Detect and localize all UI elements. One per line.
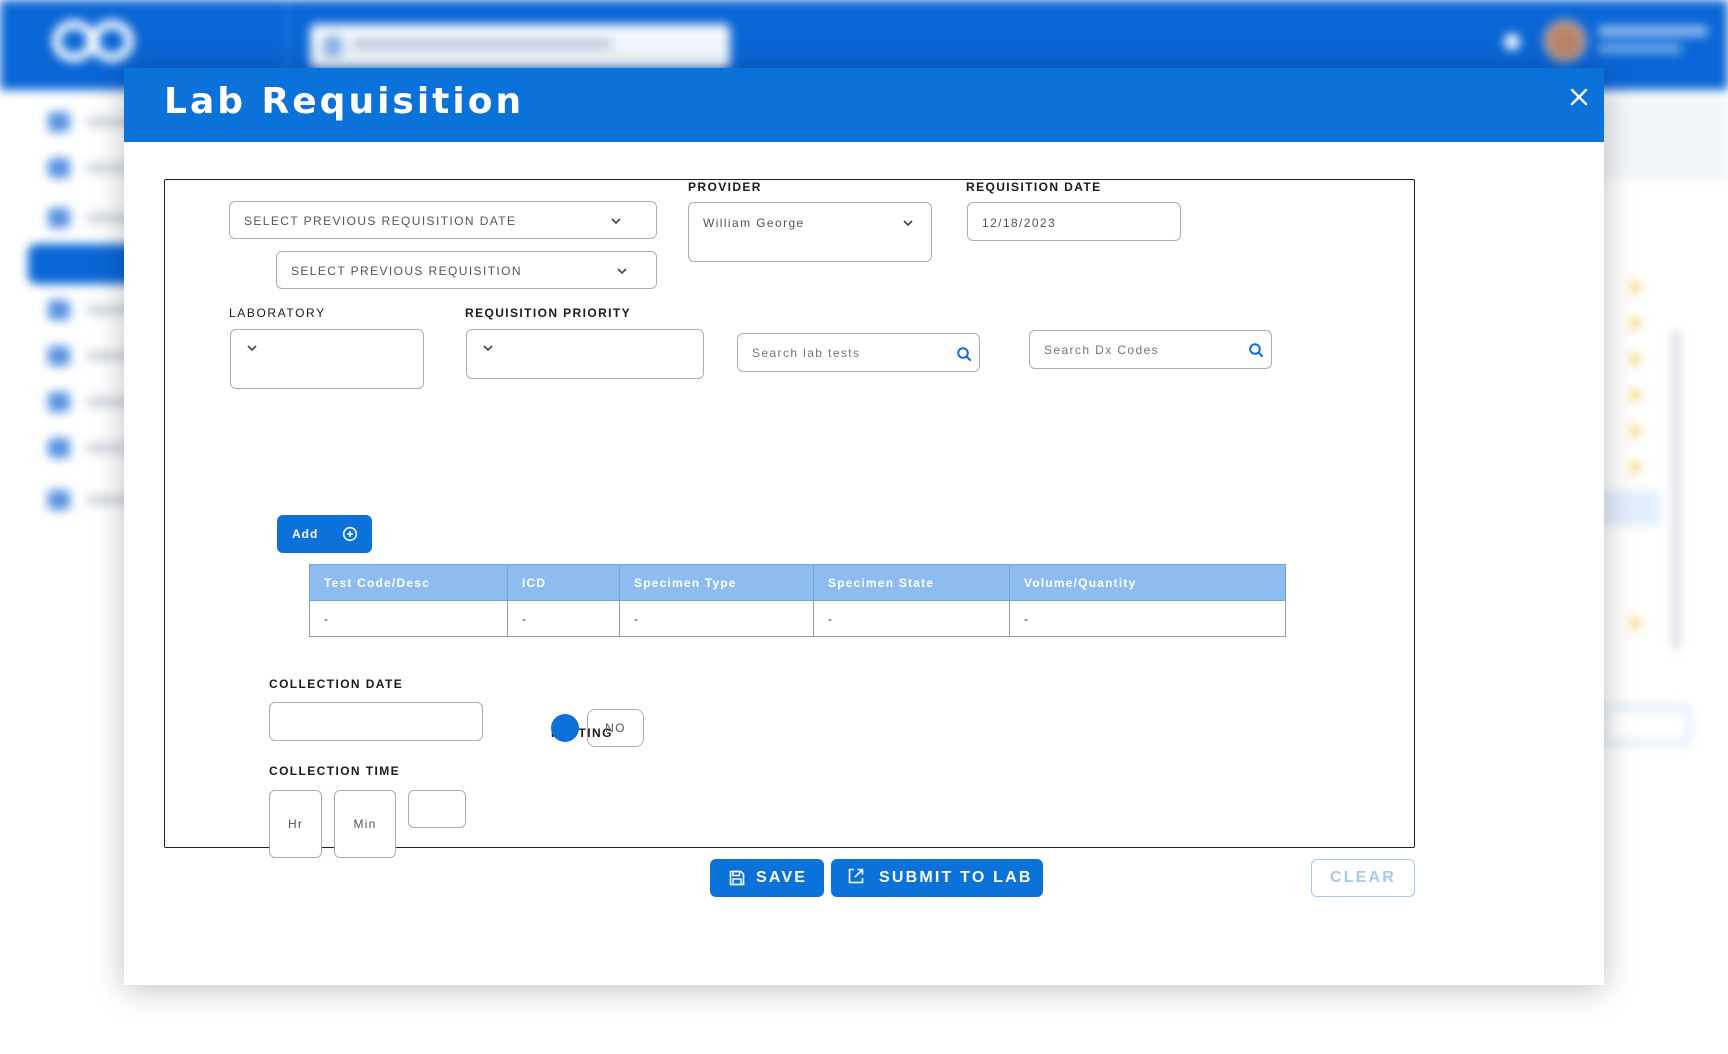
collection-date-label: COLLECTION DATE <box>269 677 404 691</box>
provider-label: PROVIDER <box>688 180 762 194</box>
modal-header: Lab Requisition <box>124 68 1604 142</box>
search-icon[interactable] <box>1248 342 1264 358</box>
requisition-priority-select[interactable] <box>466 329 704 379</box>
add-circle-icon <box>342 526 358 542</box>
fasting-yes-toggle[interactable] <box>551 714 579 742</box>
search-lab-tests-field[interactable] <box>737 333 980 372</box>
laboratory-select[interactable] <box>230 329 424 389</box>
collection-date-input[interactable] <box>269 702 483 741</box>
previous-requisition-select[interactable]: SELECT PREVIOUS REQUISITION <box>276 251 657 289</box>
previous-requisition-date-select[interactable]: SELECT PREVIOUS REQUISITION DATE <box>229 201 657 239</box>
collection-ampm-input[interactable] <box>408 790 466 828</box>
column-header: Specimen State <box>813 564 1010 601</box>
save-button[interactable]: SAVE <box>710 859 824 897</box>
search-icon <box>324 36 342 56</box>
add-button-label: Add <box>292 527 319 541</box>
table-cell: - <box>309 600 508 637</box>
previous-requisition-label: SELECT PREVIOUS REQUISITION <box>291 264 522 278</box>
submit-to-lab-button[interactable]: SUBMIT TO LAB <box>831 859 1043 897</box>
chevron-down-icon <box>615 264 629 278</box>
requisition-date-input[interactable]: 12/18/2023 <box>967 202 1181 241</box>
background-scrollbar <box>1672 330 1680 650</box>
background-button <box>1600 706 1690 744</box>
user-role-blur <box>1598 44 1682 53</box>
sidebar-icon <box>48 208 70 228</box>
column-header: Test Code/Desc <box>309 564 508 601</box>
chevron-down-icon <box>609 214 623 228</box>
sidebar-icon <box>48 438 70 458</box>
sidebar-icon <box>48 392 70 412</box>
table-header-row: Test Code/Desc ICD Specimen Type Specime… <box>309 564 1286 601</box>
collection-minute-input[interactable]: Min <box>334 790 396 858</box>
column-header: ICD <box>507 564 620 601</box>
background-panel <box>1600 100 1728 180</box>
previous-requisition-date-label: SELECT PREVIOUS REQUISITION DATE <box>244 214 517 228</box>
app-search-bar <box>310 24 730 68</box>
sidebar-icon <box>48 300 70 320</box>
chevron-down-icon <box>245 341 259 355</box>
table-row: - - - - - <box>309 600 1286 637</box>
collection-time-label: COLLECTION TIME <box>269 764 400 778</box>
avatar <box>1544 20 1586 62</box>
search-dx-codes-field[interactable] <box>1029 330 1272 369</box>
requisition-priority-label: REQUISITION PRIORITY <box>465 306 632 320</box>
save-label: SAVE <box>756 869 808 886</box>
column-header: Volume/Quantity <box>1009 564 1286 601</box>
external-link-icon <box>847 867 865 885</box>
app-logo <box>52 16 138 66</box>
sidebar-icon <box>48 112 70 132</box>
laboratory-label: LABORATORY <box>229 306 326 320</box>
lab-tests-table: Test Code/Desc ICD Specimen Type Specime… <box>309 564 1286 637</box>
table-cell: - <box>619 600 814 637</box>
collection-hour-input[interactable]: Hr <box>269 790 322 858</box>
background-selected-row <box>1600 490 1660 526</box>
clear-button[interactable]: CLEAR <box>1311 859 1415 897</box>
user-name-blur <box>1598 26 1708 36</box>
modal-title: Lab Requisition <box>164 81 525 122</box>
add-test-button[interactable]: Add <box>277 515 372 553</box>
sidebar-icon <box>48 490 70 510</box>
requisition-date-label: REQUISITION DATE <box>966 180 1102 194</box>
search-lab-tests-input[interactable] <box>752 346 952 360</box>
table-cell: - <box>813 600 1010 637</box>
fasting-no-option[interactable]: NO <box>587 709 644 747</box>
provider-select[interactable]: William George <box>688 202 932 262</box>
close-icon[interactable] <box>1564 82 1594 112</box>
requisition-form: SELECT PREVIOUS REQUISITION DATE SELECT … <box>164 179 1415 858</box>
table-cell: - <box>1009 600 1286 637</box>
lab-requisition-modal: Lab Requisition SELECT PREVIOUS REQUISIT… <box>124 68 1604 985</box>
save-icon <box>728 869 746 887</box>
search-dx-codes-input[interactable] <box>1044 343 1244 357</box>
provider-value: William George <box>703 216 805 230</box>
sidebar-icon <box>48 158 70 178</box>
search-icon[interactable] <box>956 346 972 362</box>
requisition-date-value: 12/18/2023 <box>982 216 1057 230</box>
column-header: Specimen Type <box>619 564 814 601</box>
notification-icon <box>1504 34 1520 50</box>
chevron-down-icon <box>481 341 495 355</box>
sidebar-icon <box>48 346 70 366</box>
chevron-down-icon <box>901 216 915 230</box>
submit-label: SUBMIT TO LAB <box>879 869 1033 886</box>
table-cell: - <box>507 600 620 637</box>
